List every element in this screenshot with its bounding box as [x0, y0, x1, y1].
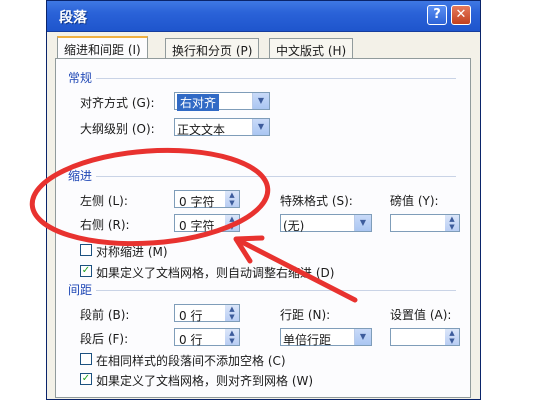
- space-before-value: 0 行: [179, 309, 203, 323]
- spin-arrows-icon[interactable]: ▲ ▼: [225, 305, 239, 321]
- spacing-at-spinner[interactable]: ▲ ▼: [390, 328, 460, 346]
- space-after-label: 段后 (F):: [80, 332, 129, 346]
- space-before-spinner[interactable]: 0 行 ▲ ▼: [174, 304, 240, 323]
- close-button[interactable]: ✕: [451, 5, 471, 25]
- snap-to-grid-label: 如果定义了文档网格，则对齐到网格 (W): [96, 374, 314, 388]
- chevron-down-icon[interactable]: ▼: [252, 93, 269, 109]
- space-after-spinner[interactable]: 0 行 ▲ ▼: [174, 328, 240, 347]
- outline-level-value: 正文文本: [177, 123, 226, 137]
- help-icon: ?: [433, 7, 441, 22]
- divider: [96, 290, 456, 291]
- special-format-label: 特殊格式 (S):: [280, 194, 353, 208]
- mirror-indent-checkbox[interactable]: [80, 244, 92, 256]
- no-space-same-style-label: 在相同样式的段落间不添加空格 (C): [96, 354, 286, 368]
- special-format-select[interactable]: (无) ▼: [280, 214, 372, 233]
- divider: [96, 176, 456, 177]
- outline-level-label: 大纲级别 (O):: [80, 122, 155, 136]
- spacing-section-title: 间距: [68, 283, 93, 297]
- indent-by-spinner[interactable]: ▲ ▼: [390, 214, 460, 232]
- tab-panel: 常规 对齐方式 (G): 右对齐 ▼ 大纲级别 (O): 正文文本 ▼ 缩进 左…: [55, 58, 471, 398]
- alignment-select[interactable]: 右对齐 ▼: [174, 92, 270, 111]
- checkmark-icon: ✓: [81, 373, 91, 384]
- line-spacing-value: 单倍行距: [283, 333, 332, 347]
- no-space-same-style-checkbox[interactable]: [80, 353, 92, 365]
- close-icon: ✕: [455, 7, 467, 22]
- alignment-label: 对齐方式 (G):: [80, 96, 155, 110]
- spin-arrows-icon[interactable]: ▲ ▼: [225, 215, 239, 231]
- spin-arrows-icon[interactable]: ▲ ▼: [225, 329, 239, 345]
- tab-label: 换行和分页 (P): [172, 44, 253, 58]
- help-button[interactable]: ?: [427, 5, 447, 25]
- spin-arrows-icon[interactable]: ▲ ▼: [445, 215, 459, 231]
- special-format-value: (无): [283, 219, 305, 233]
- chevron-down-icon[interactable]: ▼: [354, 215, 371, 231]
- line-spacing-select[interactable]: 单倍行距 ▼: [280, 328, 372, 347]
- dialog-title: 段落: [59, 10, 87, 26]
- mirror-indent-label: 对称缩进 (M): [96, 245, 168, 259]
- general-section-title: 常规: [68, 71, 93, 85]
- tab-asian-typography[interactable]: 中文版式 (H): [269, 38, 354, 58]
- tab-label: 中文版式 (H): [276, 44, 347, 58]
- left-indent-spinner[interactable]: 0 字符 ▲ ▼: [174, 190, 240, 209]
- checkmark-icon: ✓: [81, 265, 91, 276]
- tab-indent-spacing[interactable]: 缩进和间距 (I): [57, 36, 148, 59]
- chevron-down-icon[interactable]: ▼: [354, 329, 371, 345]
- indent-by-label: 磅值 (Y):: [390, 194, 439, 208]
- right-indent-label: 右侧 (R):: [80, 218, 130, 232]
- space-after-value: 0 行: [179, 333, 203, 347]
- tab-label: 缩进和间距 (I): [64, 43, 141, 57]
- right-indent-value: 0 字符: [179, 219, 215, 233]
- spacing-at-label: 设置值 (A):: [390, 308, 452, 322]
- auto-right-indent-checkbox[interactable]: ✓: [80, 265, 92, 277]
- divider: [96, 78, 456, 79]
- auto-right-indent-label: 如果定义了文档网格，则自动调整右缩进 (D): [96, 266, 335, 280]
- indent-section-title: 缩进: [68, 169, 93, 183]
- tab-line-page-breaks[interactable]: 换行和分页 (P): [165, 38, 260, 58]
- line-spacing-label: 行距 (N):: [280, 308, 331, 322]
- space-before-label: 段前 (B):: [80, 308, 130, 322]
- spin-arrows-icon[interactable]: ▲ ▼: [225, 191, 239, 207]
- alignment-value: 右对齐: [177, 94, 220, 111]
- right-indent-spinner[interactable]: 0 字符 ▲ ▼: [174, 214, 240, 233]
- left-indent-value: 0 字符: [179, 195, 215, 209]
- outline-level-select[interactable]: 正文文本 ▼: [174, 118, 270, 137]
- spin-arrows-icon[interactable]: ▲ ▼: [445, 329, 459, 345]
- chevron-down-icon[interactable]: ▼: [252, 119, 269, 135]
- left-indent-label: 左侧 (L):: [80, 194, 128, 208]
- title-bar[interactable]: 段落 ? ✕: [47, 1, 480, 32]
- paragraph-dialog: 段落 ? ✕ 缩进和间距 (I) 换行和分页 (P) 中文版式 (H) 常规 对…: [46, 0, 481, 400]
- snap-to-grid-checkbox[interactable]: ✓: [80, 373, 92, 385]
